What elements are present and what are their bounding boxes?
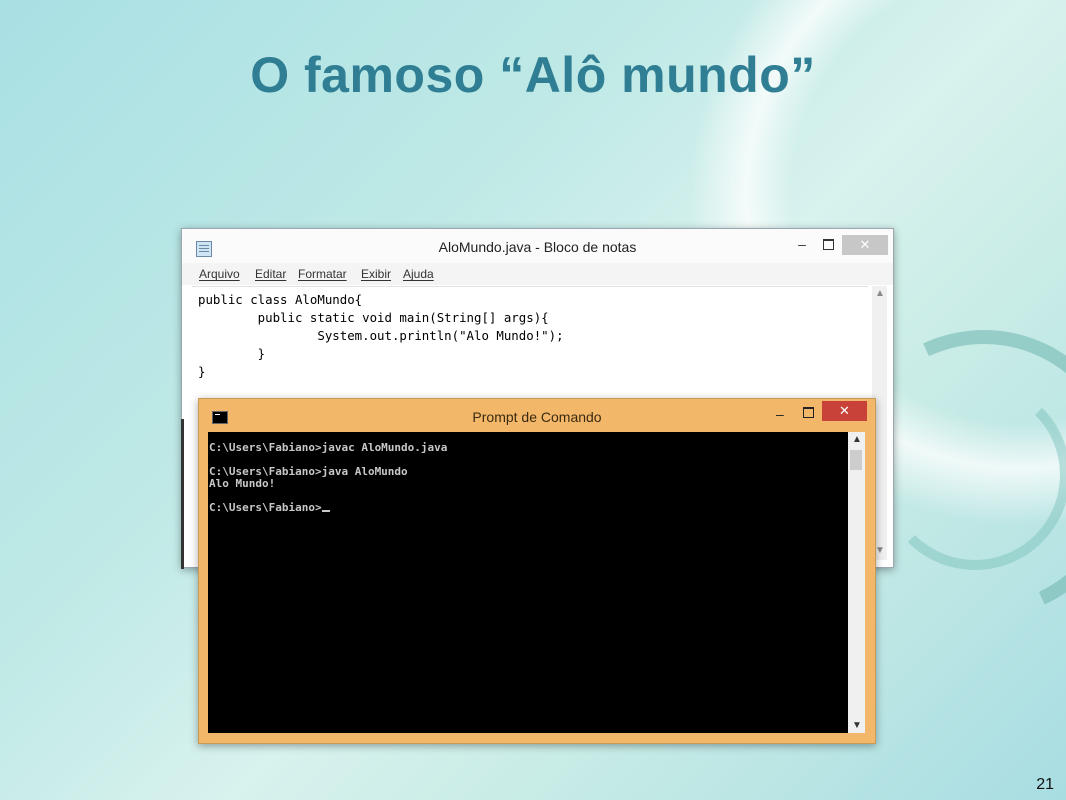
background-swirl <box>880 380 1066 570</box>
notepad-titlebar[interactable]: AloMundo.java - Bloco de notas ‒ ✕ <box>182 229 893 263</box>
scroll-thumb[interactable] <box>850 450 862 470</box>
cmd-titlebar[interactable]: Prompt de Comando ‒ ✕ <box>199 399 875 432</box>
cmd-scrollbar[interactable]: ▲ ▼ <box>848 432 865 733</box>
scroll-up-icon[interactable]: ▲ <box>875 288 885 299</box>
window-edge <box>181 419 184 569</box>
scroll-down-icon[interactable]: ▼ <box>875 545 885 556</box>
close-button[interactable]: ✕ <box>842 235 888 255</box>
cmd-console[interactable]: C:\Users\Fabiano>javac AloMundo.java C:\… <box>208 432 848 733</box>
scroll-up-icon[interactable]: ▲ <box>852 434 862 445</box>
close-button[interactable]: ✕ <box>822 401 867 421</box>
menu-ajuda[interactable]: Ajuda <box>403 267 434 281</box>
page-number: 21 <box>1036 776 1054 793</box>
menu-arquivo[interactable]: Arquivo <box>199 267 240 281</box>
menu-editar[interactable]: Editar <box>255 267 286 281</box>
notepad-code: public class AloMundo{ public static voi… <box>198 292 564 379</box>
maximize-button[interactable] <box>803 407 814 418</box>
slide-title: O famoso “Alô mundo” <box>250 47 816 103</box>
minimize-button[interactable]: ‒ <box>795 237 809 251</box>
notepad-menubar: Arquivo Editar Formatar Exibir Ajuda <box>182 263 893 285</box>
menu-exibir[interactable]: Exibir <box>361 267 391 281</box>
cmd-window: Prompt de Comando ‒ ✕ C:\Users\Fabiano>j… <box>198 398 876 744</box>
notepad-window-title: AloMundo.java - Bloco de notas <box>438 239 637 255</box>
minimize-button[interactable]: ‒ <box>776 406 784 422</box>
scroll-down-icon[interactable]: ▼ <box>852 720 862 731</box>
menu-formatar[interactable]: Formatar <box>298 267 347 281</box>
cmd-output: C:\Users\Fabiano>javac AloMundo.java C:\… <box>209 441 448 514</box>
cmd-window-title: Prompt de Comando <box>472 409 602 425</box>
maximize-button[interactable] <box>823 239 834 250</box>
text-cursor <box>321 510 330 512</box>
